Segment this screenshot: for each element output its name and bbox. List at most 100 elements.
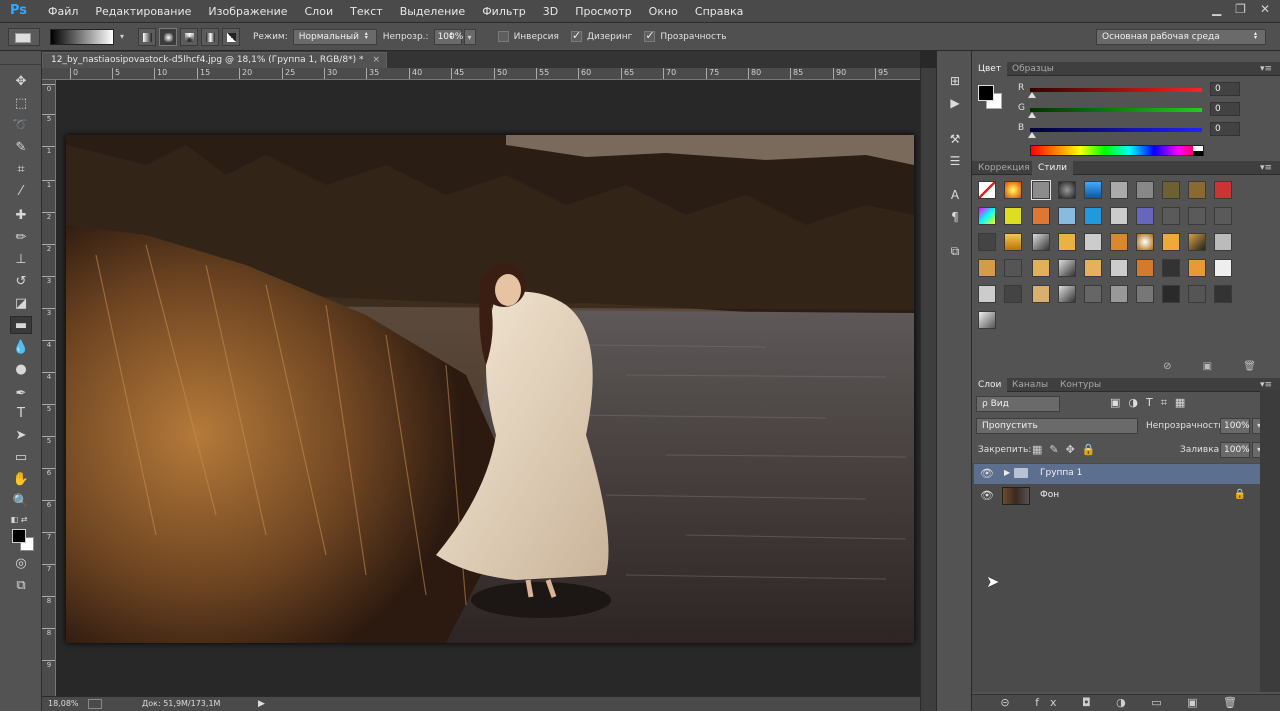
styles-bottom-icons[interactable]: ⊘ ▣ 🗑 xyxy=(1163,361,1270,375)
zoom-level[interactable]: 18,08% xyxy=(48,697,79,711)
inversion-checkbox[interactable] xyxy=(497,31,509,42)
linear-gradient-button[interactable] xyxy=(138,27,156,46)
color-foreground-swatch[interactable] xyxy=(978,85,994,101)
style-swatch[interactable] xyxy=(1058,233,1076,251)
red-track[interactable] xyxy=(1030,88,1202,92)
document-canvas[interactable] xyxy=(56,80,920,696)
red-slider[interactable]: R 0 xyxy=(1014,82,1274,98)
eraser-tool-icon[interactable]: ◪ xyxy=(10,295,32,313)
mode-dropdown[interactable]: Нормальный xyxy=(292,28,377,45)
zoom-tool-icon[interactable]: 🔍 xyxy=(10,493,32,511)
style-swatch[interactable] xyxy=(1004,181,1022,199)
style-swatch[interactable] xyxy=(1162,207,1180,225)
dither-checkbox[interactable] xyxy=(570,29,582,42)
panel-menu-icon[interactable]: ▾≡ xyxy=(1260,62,1272,76)
style-swatch[interactable] xyxy=(1136,181,1154,199)
style-swatch[interactable] xyxy=(1110,259,1128,277)
style-swatch[interactable] xyxy=(1004,233,1022,251)
style-swatch[interactable] xyxy=(1162,285,1180,303)
lasso-tool-icon[interactable]: ➰ xyxy=(10,117,32,135)
close-window-button[interactable]: ✕ xyxy=(1260,2,1270,16)
gradient-tool-icon[interactable]: ▬ xyxy=(10,316,32,334)
style-swatch[interactable] xyxy=(1214,285,1232,303)
style-swatch[interactable] xyxy=(1004,259,1022,277)
style-swatch[interactable] xyxy=(1188,285,1206,303)
style-swatch[interactable] xyxy=(1032,233,1050,251)
tab-styles[interactable]: Стили xyxy=(1032,161,1073,175)
style-swatch[interactable] xyxy=(1214,259,1232,277)
clone-stamp-tool-icon[interactable]: ⊥ xyxy=(10,251,32,269)
style-swatch[interactable] xyxy=(1110,207,1128,225)
menu-select[interactable]: Выделение xyxy=(400,5,466,18)
menu-3d[interactable]: 3D xyxy=(543,5,558,18)
tab-paths[interactable]: Контуры xyxy=(1054,378,1107,392)
style-swatch[interactable] xyxy=(1084,207,1102,225)
marquee-tool-icon[interactable]: ⬚ xyxy=(10,95,32,113)
pen-tool-icon[interactable]: ✒ xyxy=(10,385,32,403)
style-swatch[interactable] xyxy=(978,233,996,251)
diamond-gradient-button[interactable] xyxy=(222,27,240,46)
style-swatch[interactable] xyxy=(1084,181,1102,199)
layers-action-icons[interactable]: ⊝ fx ◘ ◑ ▭ ▣ 🗑 xyxy=(1000,696,1248,709)
style-swatch[interactable] xyxy=(1032,259,1050,277)
tab-layers[interactable]: Слои xyxy=(972,378,1008,392)
tool-preset-picker[interactable] xyxy=(8,27,40,46)
style-swatch[interactable] xyxy=(1188,233,1206,251)
transparency-checkbox[interactable] xyxy=(644,29,656,42)
style-swatch[interactable] xyxy=(1162,259,1180,277)
visibility-eye-icon[interactable]: 👁 xyxy=(980,467,994,480)
style-swatch[interactable] xyxy=(1110,233,1128,251)
style-swatch[interactable] xyxy=(1084,233,1102,251)
style-swatch[interactable] xyxy=(1162,181,1180,199)
blue-thumb[interactable] xyxy=(1028,132,1036,138)
style-swatch[interactable] xyxy=(1214,181,1232,199)
layer-filter-dropdown[interactable]: ρ Вид xyxy=(976,396,1060,412)
foreground-color-swatch[interactable] xyxy=(12,529,26,543)
style-swatch[interactable] xyxy=(1214,233,1232,251)
layer-comps-icon[interactable]: ⧉ xyxy=(946,243,964,259)
style-swatch-none[interactable] xyxy=(978,181,996,199)
red-value[interactable]: 0 xyxy=(1210,82,1240,96)
quick-select-tool-icon[interactable]: ✎ xyxy=(10,139,32,157)
red-thumb[interactable] xyxy=(1028,92,1036,98)
style-swatch[interactable] xyxy=(1136,285,1154,303)
menu-view[interactable]: Просмотр xyxy=(575,5,631,18)
green-thumb[interactable] xyxy=(1028,112,1036,118)
brush-tool-icon[interactable]: ✏ xyxy=(10,229,32,247)
rectangle-tool-icon[interactable]: ▭ xyxy=(10,449,32,467)
style-swatch[interactable] xyxy=(1058,259,1076,277)
style-swatch[interactable] xyxy=(1004,285,1022,303)
photo-image[interactable] xyxy=(66,135,914,643)
status-menu-arrow-icon[interactable]: ▶ xyxy=(258,697,265,711)
tab-channels[interactable]: Каналы xyxy=(1006,378,1054,392)
restore-button[interactable]: ❐ xyxy=(1235,2,1246,16)
paragraph-panel-icon[interactable]: ¶ xyxy=(946,209,964,225)
tab-color[interactable]: Цвет xyxy=(972,62,1008,76)
style-swatch[interactable] xyxy=(1188,207,1206,225)
tab-swatches[interactable]: Образцы xyxy=(1006,62,1060,76)
gradient-swatch[interactable] xyxy=(50,28,114,45)
workspace-dropdown[interactable]: Основная рабочая среда xyxy=(1096,29,1266,45)
style-swatch[interactable] xyxy=(1136,233,1154,251)
style-swatch[interactable] xyxy=(978,285,996,303)
style-swatch[interactable] xyxy=(1031,180,1051,200)
default-colors-icon[interactable]: ◧ ⇄ xyxy=(8,511,30,529)
style-swatch[interactable] xyxy=(1032,285,1050,303)
green-track[interactable] xyxy=(1030,108,1202,112)
menu-filter[interactable]: Фильтр xyxy=(482,5,526,18)
path-selection-tool-icon[interactable]: ➤ xyxy=(10,427,32,445)
style-swatch[interactable] xyxy=(1110,285,1128,303)
style-swatch[interactable] xyxy=(1136,259,1154,277)
menu-window[interactable]: Окно xyxy=(649,5,678,18)
tab-adjustments[interactable]: Коррекция xyxy=(972,161,1036,175)
blend-mode-dropdown[interactable]: Пропустить xyxy=(976,418,1138,434)
style-swatch[interactable] xyxy=(1084,285,1102,303)
reflected-gradient-button[interactable] xyxy=(201,27,219,46)
radial-gradient-button[interactable] xyxy=(159,27,177,46)
document-tab[interactable]: 12_by_nastiaosipovastock-d5lhcf4.jpg @ 1… xyxy=(42,52,387,68)
layer-filter-icons[interactable]: ▣◑T⌗▦ xyxy=(1110,396,1193,410)
history-panel-icon[interactable]: ⊞ xyxy=(946,73,964,89)
canvas-vertical-scrollbar[interactable] xyxy=(920,68,936,711)
brush-panel-icon[interactable]: ☰ xyxy=(946,153,964,169)
visibility-eye-icon[interactable]: 👁 xyxy=(980,489,994,502)
